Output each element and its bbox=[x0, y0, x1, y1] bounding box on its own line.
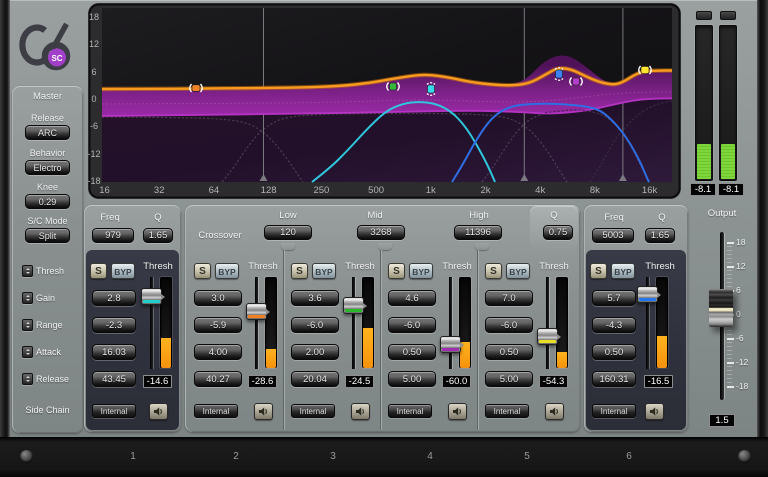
svg-text:6: 6 bbox=[91, 67, 96, 77]
svg-text:128: 128 bbox=[261, 185, 277, 196]
svg-text:-18: -18 bbox=[88, 176, 101, 186]
svg-text:8k: 8k bbox=[590, 185, 600, 196]
svg-text:500: 500 bbox=[368, 185, 384, 196]
svg-text:12: 12 bbox=[89, 39, 99, 49]
svg-text:4k: 4k bbox=[535, 185, 545, 196]
svg-text:16k: 16k bbox=[642, 185, 658, 196]
svg-text:250: 250 bbox=[313, 185, 329, 196]
svg-text:-12: -12 bbox=[88, 149, 101, 159]
svg-text:18: 18 bbox=[89, 12, 99, 22]
svg-text:2k: 2k bbox=[480, 185, 490, 196]
svg-text:0: 0 bbox=[91, 94, 96, 104]
svg-text:32: 32 bbox=[154, 185, 165, 196]
svg-text:SC: SC bbox=[51, 54, 62, 63]
svg-text:-6: -6 bbox=[90, 121, 98, 131]
svg-text:16: 16 bbox=[99, 185, 110, 196]
svg-text:64: 64 bbox=[209, 185, 220, 196]
svg-text:1k: 1k bbox=[426, 185, 436, 196]
